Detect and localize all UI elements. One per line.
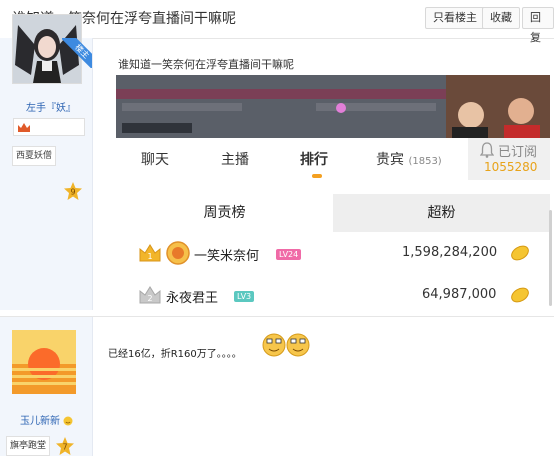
level-star-icon: 9 (64, 182, 82, 200)
level-number: 9 (70, 188, 75, 197)
rank-value: 64,987,000 (422, 287, 497, 302)
rank-tab-bar: 周贡榜 超粉 (116, 194, 550, 232)
author-name[interactable]: 玉儿新新 (20, 412, 73, 427)
level-name: 西夏妖僧 (16, 151, 53, 161)
tab-vip-label: 贵宾 (376, 152, 404, 168)
rank-level-tag: LV24 (276, 249, 302, 260)
avatar-image (12, 330, 76, 394)
rank-number: 1 (147, 252, 152, 261)
level-number: 7 (62, 443, 67, 452)
level-star-icon: 7 (56, 437, 74, 455)
game-scene-image (116, 75, 550, 138)
user-avatar-icon (166, 241, 190, 265)
avatar[interactable] (12, 330, 76, 394)
stream-screenshot (116, 75, 550, 138)
emoji-faces-icon (262, 333, 310, 357)
subscribed-count: 1055280 (484, 160, 538, 174)
gold-crown-icon: 1 (139, 244, 161, 262)
rank-user-name: 永夜君王 (166, 291, 219, 306)
tab-ranking[interactable]: 排行 (300, 149, 328, 169)
rank-level-tag: LV3 (234, 291, 255, 302)
gold-coin-icon (511, 287, 529, 303)
reply-text: 已经16亿，折R160万了。。。。 (108, 349, 242, 360)
rank-number: 2 (147, 294, 152, 303)
rank-value: 1,598,284,200 (402, 245, 498, 260)
op-badge: 楼主 (62, 38, 92, 68)
only-op-button[interactable]: 只看楼主 (425, 7, 485, 29)
tab-chat[interactable]: 聊天 (141, 149, 169, 169)
honor-badge-bar (13, 118, 85, 136)
crown-badge-icon (18, 123, 30, 132)
level-name: 旗亭跑堂 (10, 441, 47, 451)
level-badge: 西夏妖僧 (12, 146, 57, 166)
post-content-title: 谁知道一笑奈何在浮夸直播间干嘛呢 (118, 58, 294, 71)
gold-coin-icon (511, 245, 529, 261)
rank-row[interactable]: 1 一笑米奈何 LV24 1,598,284,200 (136, 240, 550, 270)
smile-icon (63, 416, 73, 426)
tab-vip[interactable]: 贵宾 (1853) (376, 149, 442, 169)
tab-anchor[interactable]: 主播 (221, 149, 249, 169)
tab-super-fan[interactable]: 超粉 (333, 194, 550, 232)
author-name-text: 玉儿新新 (20, 416, 60, 427)
active-tab-indicator (312, 174, 322, 178)
level-badge: 旗亭跑堂 (6, 436, 51, 456)
silver-crown-icon: 2 (139, 286, 161, 304)
author-name[interactable]: 左手『妖』 (26, 99, 76, 114)
op-ribbon: 楼主 (62, 38, 92, 68)
tab-weekly-rank[interactable]: 周贡榜 (116, 194, 333, 232)
subscribed-label: 已订阅 (498, 145, 538, 160)
rank-user-name: 一笑米奈何 (194, 249, 260, 264)
tab-vip-count: (1853) (408, 156, 442, 167)
rank-row[interactable]: 2 永夜君王 LV3 64,987,000 (136, 282, 550, 312)
reply-button[interactable]: 回复 (522, 7, 554, 44)
favorite-button[interactable]: 收藏 (482, 7, 520, 29)
scrollbar[interactable] (549, 210, 552, 306)
bell-icon (480, 142, 494, 158)
